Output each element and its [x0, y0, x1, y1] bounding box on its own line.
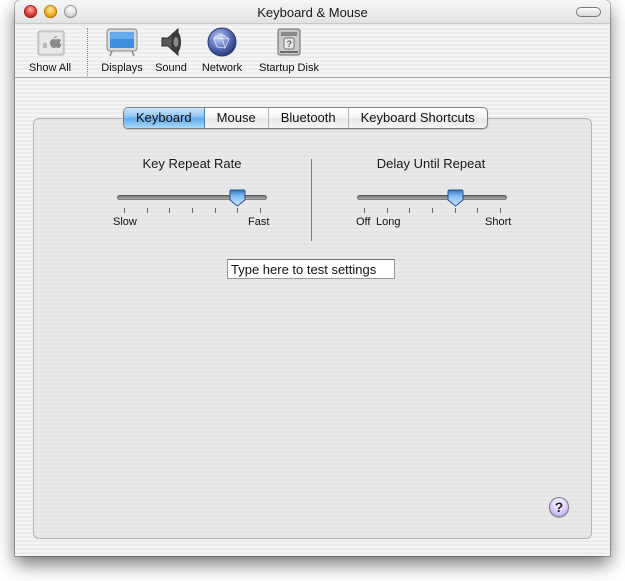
toolbar-show-all[interactable]: 8 Show All: [25, 26, 75, 78]
key-repeat-rate-tick: [124, 208, 125, 213]
tab-keyboard[interactable]: Keyboard: [124, 108, 205, 128]
delay-until-repeat-slider[interactable]: [357, 195, 507, 200]
key-repeat-rate-tick: [192, 208, 193, 213]
title-bar[interactable]: Keyboard & Mouse: [15, 0, 610, 23]
toolbar: 8 Show All Displays Sound Network ? Star…: [15, 23, 610, 78]
delay-until-repeat-tick: [409, 208, 411, 213]
test-settings-input[interactable]: [227, 259, 395, 279]
key-repeat-rate-tick: [169, 208, 171, 213]
delay-until-repeat-tick: [386, 208, 388, 213]
preferences-window: Keyboard & Mouse 8 Show All Displays Sou…: [15, 0, 610, 556]
tab-bar: Keyboard Mouse Bluetooth Keyboard Shortc…: [123, 107, 488, 129]
delay-short-label: Short: [485, 216, 512, 228]
key-repeat-rate-tick: [214, 208, 216, 213]
startup-disk-icon: ?: [272, 26, 306, 58]
key-repeat-rate-tick: [260, 208, 261, 213]
svg-text:8: 8: [43, 43, 47, 50]
tab-content-panel: [33, 118, 592, 539]
displays-icon: [105, 26, 139, 58]
delay-until-repeat-thumb[interactable]: [447, 189, 464, 207]
toolbar-network[interactable]: Network: [197, 26, 247, 78]
toolbar-separator: [87, 28, 88, 76]
toolbar-sound[interactable]: Sound: [151, 26, 191, 78]
delay-until-repeat-title: Delay Until Repeat: [376, 156, 486, 171]
delay-off-label: Off: [356, 216, 371, 228]
section-divider: [311, 159, 312, 241]
delay-until-repeat-tick: [500, 208, 501, 213]
key-repeat-rate-title: Key Repeat Rate: [142, 156, 242, 171]
key-repeat-fast-label: Fast: [248, 216, 270, 228]
toolbar-startup-disk[interactable]: ? Startup Disk: [255, 26, 323, 78]
toolbar-show-all-label: Show All: [28, 62, 72, 74]
delay-long-label: Long: [376, 216, 401, 228]
svg-text:?: ?: [287, 39, 293, 49]
sound-icon: [154, 26, 188, 58]
tab-keyboard-shortcuts[interactable]: Keyboard Shortcuts: [349, 108, 487, 128]
key-repeat-slow-label: Slow: [113, 216, 137, 228]
delay-until-repeat-tick: [477, 208, 479, 213]
toolbar-network-label: Network: [201, 62, 243, 74]
key-repeat-rate-tick: [237, 208, 239, 213]
tab-bluetooth[interactable]: Bluetooth: [269, 108, 349, 128]
key-repeat-rate-tick: [146, 208, 148, 213]
delay-until-repeat-tick: [454, 208, 456, 213]
toolbar-displays[interactable]: Displays: [97, 26, 147, 78]
show-all-icon: 8: [33, 26, 67, 58]
delay-until-repeat-tick: [432, 208, 433, 213]
toolbar-displays-label: Displays: [101, 62, 143, 74]
window-title: Keyboard & Mouse: [257, 5, 368, 20]
help-button[interactable]: ?: [549, 497, 569, 517]
key-repeat-rate-thumb[interactable]: [229, 189, 246, 207]
delay-until-repeat-tick: [364, 208, 365, 213]
tab-mouse[interactable]: Mouse: [205, 108, 269, 128]
toolbar-sound-label: Sound: [155, 62, 187, 74]
toolbar-toggle-button[interactable]: [576, 7, 601, 17]
toolbar-startup-disk-label: Startup Disk: [259, 62, 319, 74]
network-icon: [205, 26, 239, 58]
